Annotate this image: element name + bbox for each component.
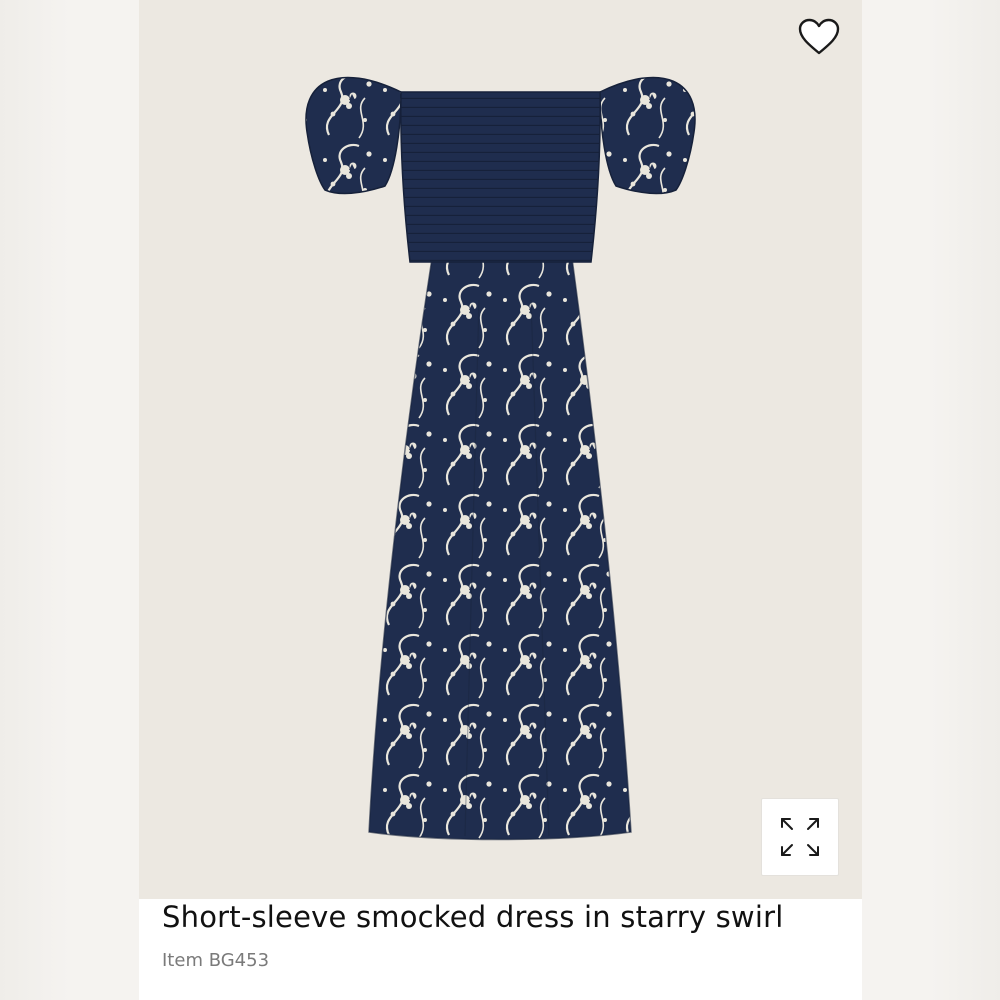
product-item-code: Item BG453	[162, 950, 270, 971]
product-card: Short-sleeve smocked dress in starry swi…	[139, 0, 862, 1000]
product-title: Short-sleeve smocked dress in starry swi…	[162, 900, 784, 934]
expand-image-button[interactable]	[761, 798, 839, 876]
expand-arrows-icon	[781, 818, 819, 856]
dress-illustration	[305, 76, 696, 841]
screen: Short-sleeve smocked dress in starry swi…	[0, 0, 1000, 1000]
product-image[interactable]	[139, 0, 862, 899]
heart-outline-icon	[798, 18, 840, 55]
wishlist-button[interactable]	[796, 14, 842, 60]
